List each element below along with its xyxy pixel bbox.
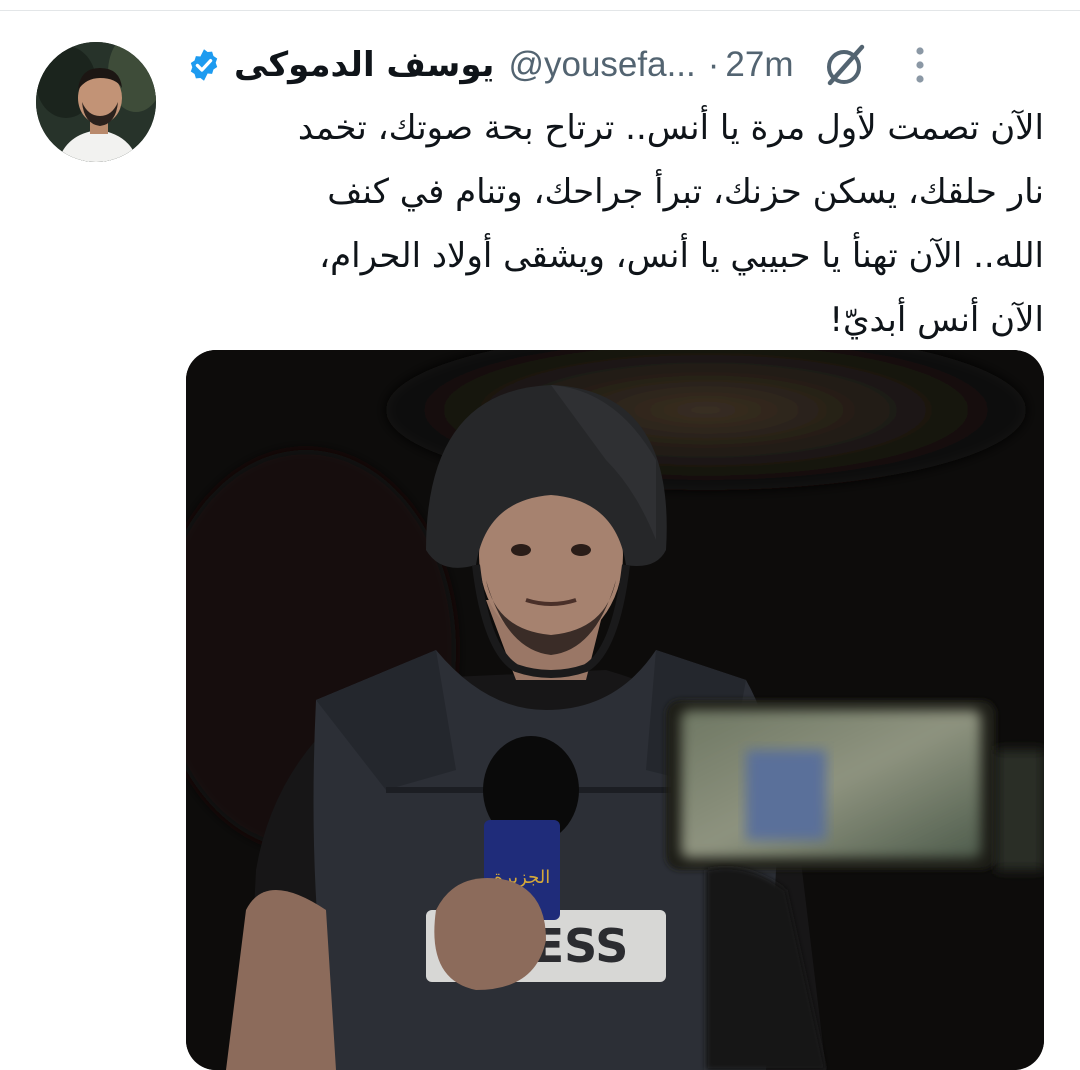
tweet-text-line: الله.. الآن تهنأ يا حبيبي يا أنس، ويشقى … (319, 236, 1044, 276)
tweet-text: الآن تصمت لأول مرة يا أنس.. ترتاح بحة صو… (184, 96, 1044, 352)
grok-icon[interactable] (822, 41, 870, 89)
tweet-text-line: الآن أنس أبديّ! (829, 300, 1044, 340)
separator-dot: · (707, 45, 720, 84)
tweet-text-line: نار حلقك، يسكن حزنك، تبرأ جراحك، وتنام ف… (327, 172, 1044, 212)
author-handle[interactable]: @yousefa... (508, 45, 695, 85)
more-vertical-icon[interactable] (914, 45, 926, 85)
tweet-header: يوسف الدموكى @yousefa... · 27m (186, 40, 1046, 90)
author-display-name[interactable]: يوسف الدموكى (234, 45, 494, 85)
avatar[interactable] (36, 42, 156, 162)
tweet-text-line: الآن تصمت لأول مرة يا أنس.. ترتاح بحة صو… (297, 108, 1044, 148)
tweet-timestamp[interactable]: 27m (725, 45, 793, 85)
tweet[interactable]: يوسف الدموكى @yousefa... · 27m الآن تصمت… (0, 0, 1080, 1070)
tweet-media-photo[interactable]: PRESS الجزيرة (186, 350, 1044, 1070)
verified-badge-icon (190, 49, 218, 81)
